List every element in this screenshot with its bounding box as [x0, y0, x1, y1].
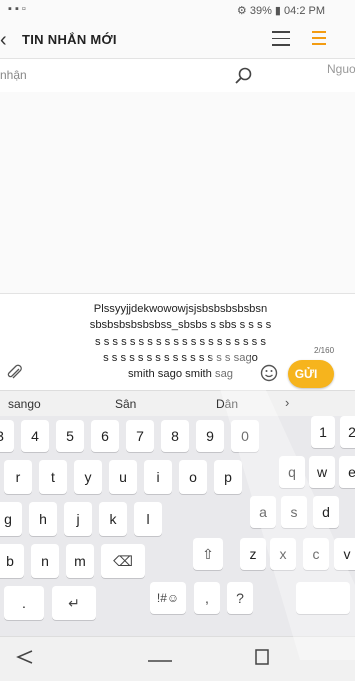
key[interactable]: v	[334, 538, 355, 570]
chevron-right-icon[interactable]: ›	[285, 395, 289, 410]
suggestion-item[interactable]: sango	[8, 397, 41, 411]
key[interactable]: z	[240, 538, 266, 570]
key[interactable]: l	[134, 502, 162, 536]
menu-icon[interactable]	[272, 31, 290, 47]
status-left-icons: ▪ ▪ ▫	[8, 3, 26, 15]
key[interactable]: 5	[56, 420, 84, 452]
key[interactable]: p	[214, 460, 242, 494]
key[interactable]: i	[144, 460, 172, 494]
key[interactable]: c	[303, 538, 329, 570]
key[interactable]: q	[279, 456, 305, 488]
suggestion-item[interactable]: Dân	[216, 397, 238, 411]
key[interactable]: b	[0, 544, 24, 578]
key[interactable]: s	[281, 496, 307, 528]
key[interactable]: ?	[227, 582, 253, 614]
key[interactable]: 4	[21, 420, 49, 452]
nav-recent-icon[interactable]	[248, 645, 278, 669]
key[interactable]: n	[31, 544, 59, 578]
emoji-icon[interactable]	[259, 363, 279, 383]
key[interactable]: 8	[161, 420, 189, 452]
search-icon[interactable]	[234, 66, 254, 86]
key[interactable]: 1	[311, 416, 335, 448]
app-header: ‹ TIN NHẮN MỚI	[0, 22, 355, 58]
key[interactable]: 7	[126, 420, 154, 452]
key[interactable]: 9	[196, 420, 224, 452]
nav-home-icon[interactable]	[140, 645, 180, 669]
key[interactable]: 3	[0, 420, 14, 452]
recipient-row[interactable]: nhận	[0, 58, 355, 94]
recipient-input[interactable]: nhận	[0, 68, 27, 82]
key[interactable]: e	[339, 456, 355, 488]
page-title: TIN NHẮN MỚI	[22, 32, 117, 47]
backspace-key[interactable]: ⌫	[101, 544, 145, 578]
key[interactable]: 6	[91, 420, 119, 452]
key[interactable]: h	[29, 502, 57, 536]
key[interactable]: d	[313, 496, 339, 528]
key[interactable]: j	[64, 502, 92, 536]
navigation-bar	[0, 636, 355, 681]
message-list	[0, 92, 355, 292]
key[interactable]: y	[74, 460, 102, 494]
status-bar: ▪ ▪ ▫ ⚙ 39% ▮ 04:2 PM	[0, 0, 355, 22]
key[interactable]: t	[39, 460, 67, 494]
shift-key[interactable]: ⇧	[193, 538, 223, 570]
suggestion-bar: sango Sân Dân ›	[0, 390, 355, 417]
contact-hint: Nguo	[327, 62, 355, 76]
symbols-key[interactable]: !#☺	[150, 582, 186, 614]
more-options-icon[interactable]	[312, 31, 326, 47]
status-right: ⚙ 39% ▮ 04:2 PM	[236, 5, 325, 17]
key[interactable]: m	[66, 544, 94, 578]
key[interactable]: w	[309, 456, 335, 488]
key[interactable]: .	[4, 586, 44, 620]
back-icon[interactable]: ‹	[0, 28, 16, 52]
key[interactable]: o	[179, 460, 207, 494]
enter-key[interactable]: ↵	[52, 586, 96, 620]
key[interactable]: k	[99, 502, 127, 536]
message-input[interactable]: Plssyyjjdekwowowjsjsbsbsbsbsbsn sbsbsbsb…	[28, 301, 333, 382]
key[interactable]: r	[4, 460, 32, 494]
key[interactable]: ,	[194, 582, 220, 614]
nav-back-icon[interactable]	[10, 645, 40, 669]
keyboard: 3 4 5 6 7 8 9 0 r t y u i o p g h j k l …	[0, 416, 355, 636]
key[interactable]: 0	[231, 420, 259, 452]
char-counter: 2/160	[314, 346, 335, 355]
space-key[interactable]	[296, 582, 350, 614]
suggestion-item[interactable]: Sân	[115, 397, 136, 411]
key[interactable]: g	[0, 502, 22, 536]
key[interactable]: x	[270, 538, 296, 570]
attach-icon[interactable]	[6, 364, 24, 382]
key[interactable]: u	[109, 460, 137, 494]
send-button[interactable]: GỬI	[288, 360, 334, 388]
key[interactable]: 2	[340, 416, 355, 448]
key[interactable]: a	[250, 496, 276, 528]
